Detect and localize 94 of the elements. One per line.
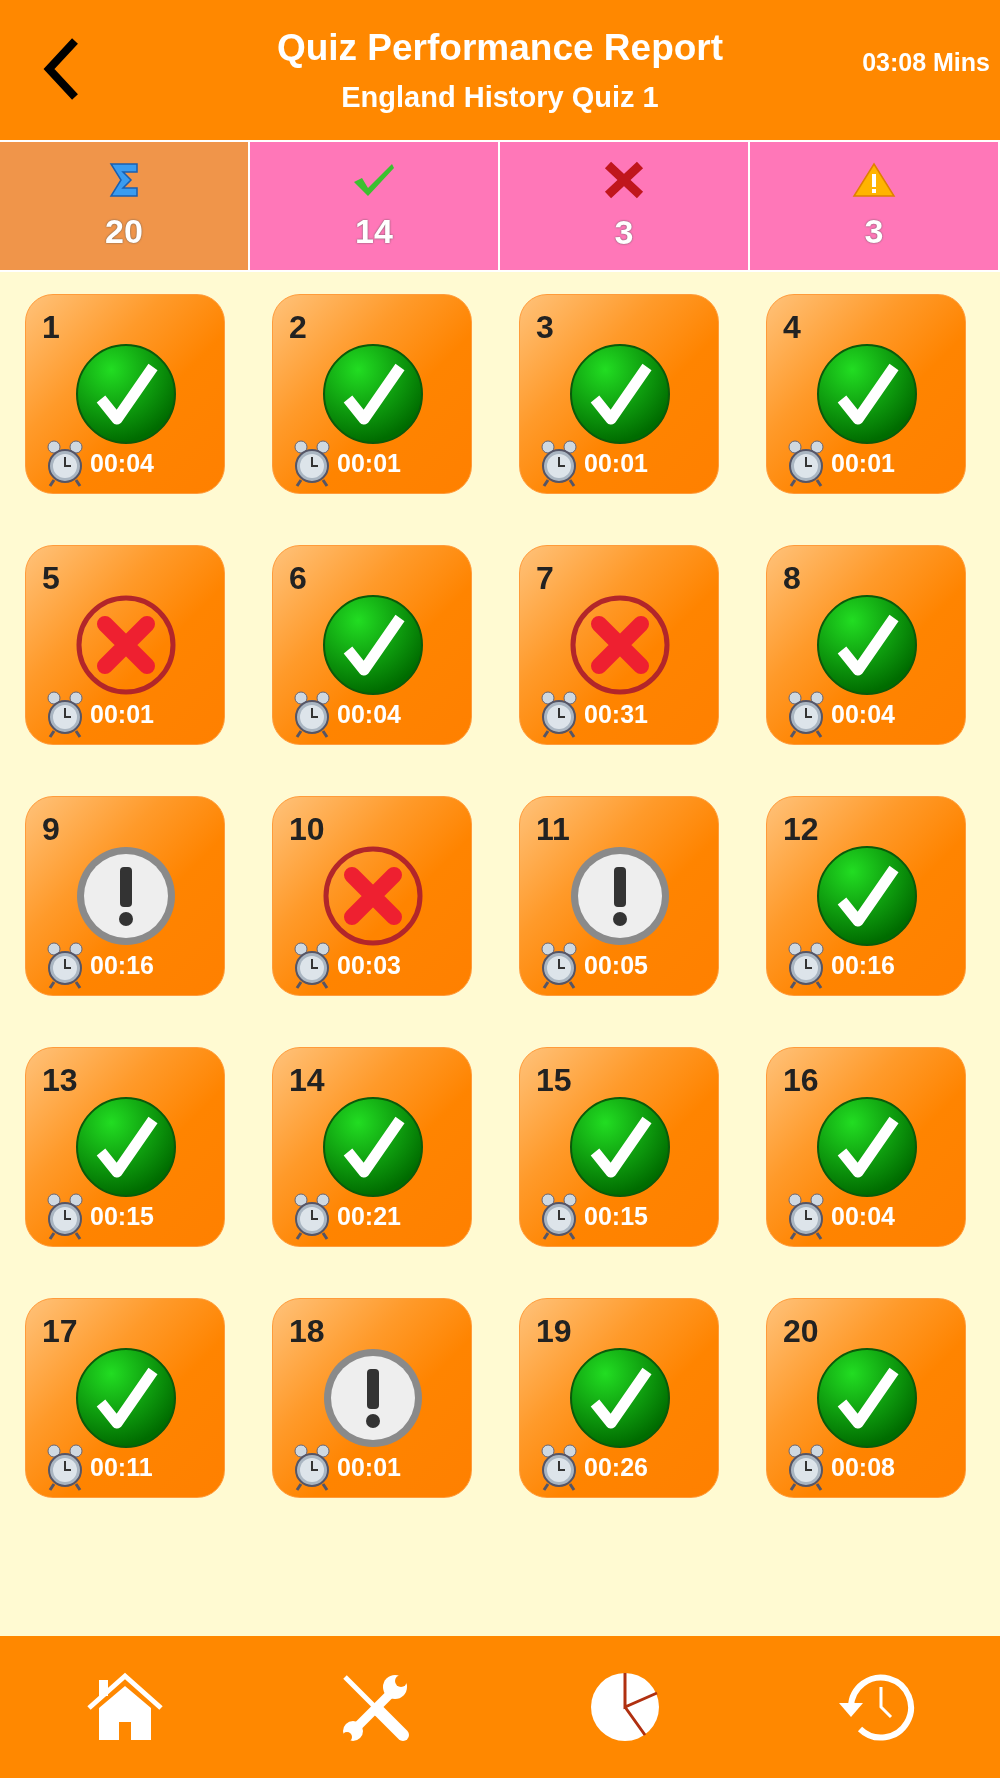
question-tile[interactable]: 6 00:04 xyxy=(272,545,472,745)
chevron-left-icon xyxy=(41,37,81,101)
question-tile[interactable]: 1 00:04 xyxy=(25,294,225,494)
stat-count: 14 xyxy=(355,211,393,251)
alarm-clock-icon xyxy=(46,439,84,487)
answer-time: 00:31 xyxy=(584,699,648,729)
question-tile[interactable]: 5 00:01 xyxy=(25,545,225,745)
question-number: 3 xyxy=(536,309,554,346)
alarm-clock-icon xyxy=(46,1443,84,1491)
question-number: 18 xyxy=(289,1313,325,1350)
alarm-clock-icon xyxy=(46,690,84,738)
question-tile[interactable]: 19 00:26 xyxy=(519,1298,719,1498)
alarm-clock-icon xyxy=(787,941,825,989)
page-title: Quiz Performance Report xyxy=(276,26,724,69)
question-number: 5 xyxy=(42,560,60,597)
question-tile[interactable]: 17 00:11 xyxy=(25,1298,225,1498)
answer-time: 00:03 xyxy=(337,950,401,980)
question-number: 15 xyxy=(536,1062,572,1099)
quiz-name: England History Quiz 1 xyxy=(341,80,659,114)
question-number: 12 xyxy=(783,811,819,848)
question-number: 17 xyxy=(42,1313,78,1350)
alarm-clock-icon xyxy=(787,1192,825,1240)
question-tile[interactable]: 11 00:05 xyxy=(519,796,719,996)
answer-time: 00:26 xyxy=(584,1452,648,1482)
question-number: 2 xyxy=(289,309,307,346)
answer-time: 00:04 xyxy=(831,1201,895,1231)
total-time: 03:08 Mins xyxy=(862,48,990,77)
pie-chart-icon xyxy=(589,1671,661,1743)
question-number: 6 xyxy=(289,560,307,597)
alarm-clock-icon xyxy=(787,1443,825,1491)
question-tile[interactable]: 18 00:01 xyxy=(272,1298,472,1498)
stat-count: 3 xyxy=(864,211,884,251)
question-tile[interactable]: 8 00:04 xyxy=(766,545,966,745)
question-number: 4 xyxy=(783,309,801,346)
question-number: 13 xyxy=(42,1062,78,1099)
alarm-clock-icon xyxy=(293,1192,331,1240)
answer-time: 00:04 xyxy=(831,699,895,729)
question-number: 9 xyxy=(42,811,60,848)
sigma-icon xyxy=(109,161,139,198)
question-tile[interactable]: 9 00:16 xyxy=(25,796,225,996)
question-number: 7 xyxy=(536,560,554,597)
question-number: 19 xyxy=(536,1313,572,1350)
question-number: 16 xyxy=(783,1062,819,1099)
alarm-clock-icon xyxy=(540,1443,578,1491)
alarm-clock-icon xyxy=(787,690,825,738)
alarm-clock-icon xyxy=(293,439,331,487)
answer-time: 00:16 xyxy=(90,950,154,980)
alarm-clock-icon xyxy=(787,439,825,487)
question-number: 20 xyxy=(783,1313,819,1350)
alarm-clock-icon xyxy=(540,1192,578,1240)
answer-time: 00:01 xyxy=(584,448,648,478)
answer-time: 00:16 xyxy=(831,950,895,980)
question-tile[interactable]: 10 00:03 xyxy=(272,796,472,996)
question-tile[interactable]: 16 00:04 xyxy=(766,1047,966,1247)
question-number: 11 xyxy=(536,811,570,848)
alarm-clock-icon xyxy=(540,690,578,738)
question-tile[interactable]: 3 00:01 xyxy=(519,294,719,494)
alarm-clock-icon xyxy=(293,941,331,989)
answer-time: 00:01 xyxy=(90,699,154,729)
question-tile[interactable]: 12 00:16 xyxy=(766,796,966,996)
alarm-clock-icon xyxy=(540,941,578,989)
question-tile[interactable]: 15 00:15 xyxy=(519,1047,719,1247)
answer-time: 00:04 xyxy=(90,448,154,478)
answer-time: 00:15 xyxy=(584,1201,648,1231)
cross-icon xyxy=(604,160,644,199)
tab-bar-button[interactable] xyxy=(589,1671,661,1743)
alarm-clock-icon xyxy=(293,1443,331,1491)
answer-time: 00:04 xyxy=(337,699,401,729)
alarm-clock-icon xyxy=(293,690,331,738)
question-number: 14 xyxy=(289,1062,325,1099)
warning-icon xyxy=(852,161,896,198)
alarm-clock-icon xyxy=(46,941,84,989)
question-tile[interactable]: 13 00:15 xyxy=(25,1047,225,1247)
answer-time: 00:01 xyxy=(831,448,895,478)
question-tile[interactable]: 20 00:08 xyxy=(766,1298,966,1498)
question-number: 8 xyxy=(783,560,801,597)
stat-count: 3 xyxy=(614,212,634,252)
stat-count: 20 xyxy=(105,211,143,251)
question-number: 10 xyxy=(289,811,325,848)
answer-time: 00:08 xyxy=(831,1452,895,1482)
answer-time: 00:01 xyxy=(337,1452,401,1482)
question-tile[interactable]: 4 00:01 xyxy=(766,294,966,494)
alarm-clock-icon xyxy=(46,1192,84,1240)
alarm-clock-icon xyxy=(540,439,578,487)
question-tile[interactable]: 7 00:31 xyxy=(519,545,719,745)
answer-time: 00:11 xyxy=(90,1452,153,1482)
question-number: 1 xyxy=(42,309,60,346)
question-tile[interactable]: 14 00:21 xyxy=(272,1047,472,1247)
answer-time: 00:15 xyxy=(90,1201,154,1231)
home-icon xyxy=(87,1672,163,1742)
answer-time: 00:01 xyxy=(337,448,401,478)
question-tile[interactable]: 2 00:01 xyxy=(272,294,472,494)
answer-time: 00:21 xyxy=(337,1201,401,1231)
answer-time: 00:05 xyxy=(584,950,648,980)
